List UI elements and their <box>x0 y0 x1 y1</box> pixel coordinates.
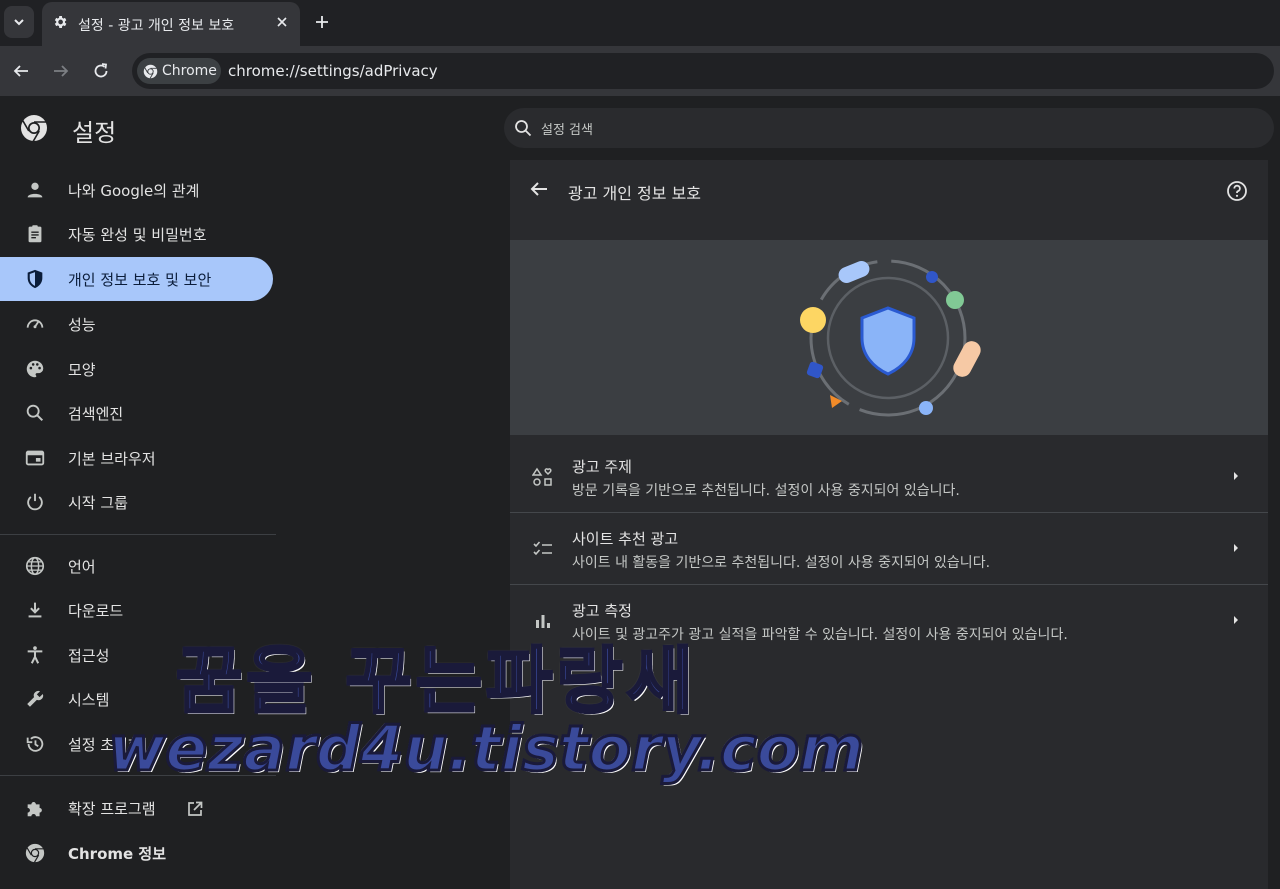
sidebar-item-appearance[interactable]: 모양 <box>0 347 273 391</box>
speedometer-icon <box>26 319 44 329</box>
gear-icon <box>54 16 67 28</box>
open-in-new-icon[interactable] <box>186 800 204 818</box>
sidebar-item-performance[interactable]: 성능 <box>0 302 273 346</box>
person-icon <box>27 182 43 198</box>
sidebar-item-about-chrome[interactable]: Chrome 정보 <box>0 831 273 875</box>
back-arrow-icon[interactable] <box>528 178 550 200</box>
search-icon <box>515 120 532 137</box>
row-description: 사이트 내 활동을 기반으로 추천됩니다. 설정이 사용 중지되어 있습니다. <box>572 555 991 571</box>
chip-label: Chrome <box>162 63 217 79</box>
chevron-right-icon <box>1234 616 1238 624</box>
download-icon <box>28 602 42 618</box>
globe-icon <box>25 556 45 576</box>
tab-strip: 설정 - 광고 개인 정보 보호 <box>0 0 1280 46</box>
help-icon[interactable] <box>1226 180 1248 202</box>
active-tab[interactable]: 설정 - 광고 개인 정보 보호 <box>42 2 300 46</box>
shield-icon <box>27 269 43 289</box>
sidebar-item-default-browser[interactable]: 기본 브라우저 <box>0 436 273 480</box>
sidebar-item-privacy[interactable]: 개인 정보 보호 및 보안 <box>0 257 273 301</box>
chrome-logo-icon <box>21 115 47 142</box>
site-info-chip[interactable]: Chrome <box>137 58 221 84</box>
tab-search-button[interactable] <box>4 6 34 38</box>
chrome-icon <box>25 843 45 863</box>
search-icon <box>26 404 44 422</box>
power-icon <box>27 493 43 511</box>
sidebar-item-search-engine[interactable]: 검색엔진 <box>0 391 273 435</box>
browser-toolbar: Chrome chrome://settings/adPrivacy <box>0 46 1280 96</box>
page-title: 설정 <box>72 119 117 147</box>
arrow-right-icon <box>54 65 69 77</box>
chevron-down-icon <box>14 19 24 26</box>
new-tab-button[interactable] <box>310 10 334 34</box>
wrench-icon <box>27 690 44 707</box>
clipboard-icon <box>28 225 42 243</box>
row-title: 광고 측정 <box>572 602 632 620</box>
ad-topics-row[interactable]: 광고 주제 방문 기록을 기반으로 추천됩니다. 설정이 사용 중지되어 있습니… <box>510 440 1268 512</box>
puzzle-icon <box>27 802 42 817</box>
search-placeholder: 설정 검색 <box>541 123 593 138</box>
watermark-url: wezard4u.tistory.com <box>107 711 866 787</box>
scrollbar-track[interactable] <box>1268 160 1280 889</box>
row-description: 방문 기록을 기반으로 추천됩니다. 설정이 사용 중지되어 있습니다. <box>572 483 960 499</box>
sidebar-item-you-and-google[interactable]: 나와 Google의 관계 <box>0 168 273 212</box>
sidebar-item-languages[interactable]: 언어 <box>0 544 273 588</box>
reload-icon <box>94 63 108 78</box>
sidebar-item-autofill[interactable]: 자동 완성 및 비밀번호 <box>0 212 273 256</box>
ad-topics-icon <box>532 467 552 486</box>
subpage-title: 광고 개인 정보 보호 <box>568 184 702 203</box>
tab-title: 설정 - 광고 개인 정보 보호 <box>78 18 235 34</box>
history-icon <box>26 736 44 752</box>
row-title: 광고 주제 <box>572 458 632 476</box>
settings-search-field[interactable]: 설정 검색 <box>504 108 1274 148</box>
sidebar-item-extensions[interactable]: 확장 프로그램 <box>0 786 273 830</box>
checklist-icon <box>533 541 552 556</box>
plus-icon <box>316 16 328 28</box>
chevron-right-icon <box>1234 544 1238 552</box>
row-title: 사이트 추천 광고 <box>572 530 679 548</box>
palette-icon <box>26 360 44 378</box>
site-suggested-ads-row[interactable]: 사이트 추천 광고 사이트 내 활동을 기반으로 추천됩니다. 설정이 사용 중… <box>510 512 1268 584</box>
hero-illustration-banner <box>510 240 1268 435</box>
privacy-shield-illustration <box>800 259 981 417</box>
sidebar-divider <box>0 534 276 535</box>
address-bar[interactable]: Chrome chrome://settings/adPrivacy <box>132 53 1274 89</box>
url-text[interactable]: chrome://settings/adPrivacy <box>228 62 438 80</box>
chevron-right-icon <box>1234 472 1238 480</box>
browser-icon <box>25 450 45 466</box>
accessibility-icon <box>27 646 43 664</box>
arrow-left-icon <box>13 65 28 77</box>
reload-button[interactable] <box>89 59 113 83</box>
chrome-icon <box>143 64 158 79</box>
sidebar-item-on-startup[interactable]: 시작 그룹 <box>0 480 273 524</box>
close-icon[interactable] <box>274 14 290 30</box>
forward-button[interactable] <box>49 59 73 83</box>
back-button[interactable] <box>9 59 33 83</box>
